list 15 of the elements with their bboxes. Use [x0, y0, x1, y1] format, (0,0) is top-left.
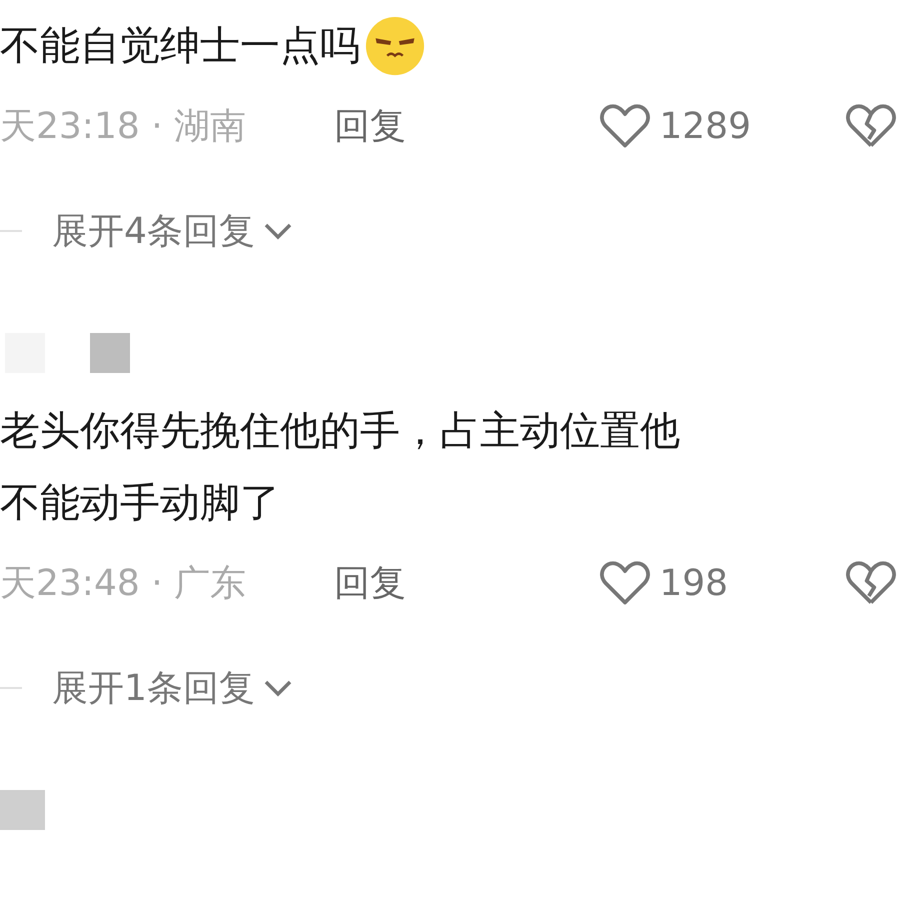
expand-replies-link[interactable]: 展开4条回复 — [52, 206, 255, 256]
expand-replies-link[interactable]: 展开1条回复 — [52, 664, 255, 712]
like-count: 1289 — [659, 106, 751, 146]
reply-link[interactable]: 回复 — [334, 102, 600, 150]
comment-time: 天23:48 · 广东 — [0, 562, 248, 606]
like-count: 198 — [659, 562, 728, 604]
chevron-down-icon[interactable] — [262, 678, 293, 698]
comment-text: 老头你得先挽住他的手，占主动位置他 不能动手动脚了 — [0, 407, 680, 528]
comment-time: 天23:18 · 湖南 — [0, 104, 248, 148]
redacted-name — [0, 790, 45, 830]
heart-icon[interactable] — [599, 559, 652, 607]
comment-text: 不能自觉绅士一点吗 — [0, 22, 360, 71]
reply-link[interactable]: 回复 — [334, 558, 600, 608]
heart-icon[interactable] — [599, 102, 652, 150]
chevron-down-icon[interactable] — [262, 221, 293, 241]
